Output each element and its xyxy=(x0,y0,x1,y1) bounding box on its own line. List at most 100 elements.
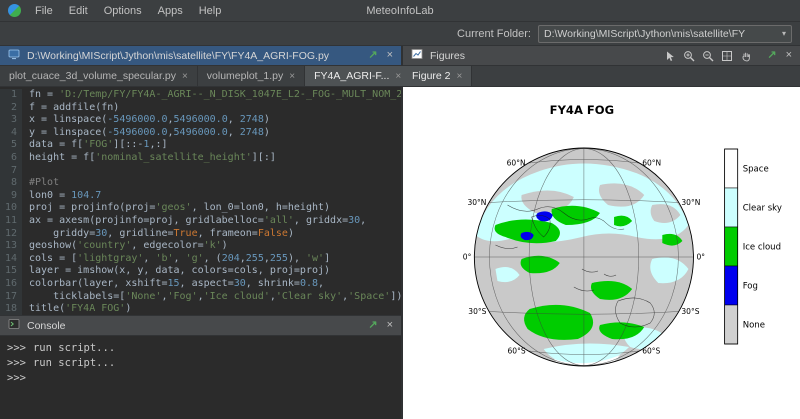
figure-canvas[interactable]: FY4A FOG xyxy=(403,87,800,419)
code-line: 10proj = projinfo(proj='geos', lon_0=lon… xyxy=(0,202,401,215)
code-line: 2f = addfile(fn) xyxy=(0,102,401,115)
figures-panel-titlebar[interactable]: Figures xyxy=(403,46,800,66)
code-line: 13geoshow('country', edgecolor='k') xyxy=(0,240,401,253)
code-area[interactable]: 1fn = 'D:/Temp/FY/FY4A-_AGRI--_N_DISK_10… xyxy=(0,87,401,315)
code-text: cols = ['lightgray', 'b', 'g', (204,255,… xyxy=(22,253,330,266)
line-number: 8 xyxy=(0,177,22,190)
menu-item-edit[interactable]: Edit xyxy=(61,3,96,19)
code-line: 8#Plot xyxy=(0,177,401,190)
zoom-in-icon[interactable] xyxy=(683,50,695,62)
console-prompt: >>> xyxy=(7,342,26,354)
full-extent-icon[interactable] xyxy=(721,50,733,62)
code-line: 16colorbar(layer, xshift=15, aspect=30, … xyxy=(0,278,401,291)
code-text: colorbar(layer, xshift=15, aspect=30, sh… xyxy=(22,278,324,291)
select-arrow-icon[interactable] xyxy=(664,50,676,62)
combo-dropdown-arrow-icon[interactable]: ▾ xyxy=(782,29,786,38)
menu-item-file[interactable]: File xyxy=(27,3,61,19)
code-text xyxy=(22,165,29,178)
code-line: 15layer = imshow(x, y, data, colors=cols… xyxy=(0,265,401,278)
colorbar-label: None xyxy=(743,321,765,331)
editor-panel-titlebar[interactable]: D:\Working\MIScript\Jython\mis\satellite… xyxy=(0,46,401,66)
code-line: 12 griddy=30, gridline=True, frameon=Fal… xyxy=(0,228,401,241)
editor-tab[interactable]: plot_cuace_3d_volume_specular.py× xyxy=(0,66,198,86)
editor-close-icon[interactable]: × xyxy=(385,50,395,61)
code-line: 9lon0 = 104.7 xyxy=(0,190,401,203)
console-title: Console xyxy=(27,320,66,332)
console-close-icon[interactable]: × xyxy=(385,320,395,331)
code-text: griddy=30, gridline=True, frameon=False) xyxy=(22,228,294,241)
folder-bar: Current Folder: D:\Working\MIScript\Jyth… xyxy=(0,22,800,46)
line-number: 1 xyxy=(0,89,22,102)
tab-close-icon[interactable]: × xyxy=(289,71,295,82)
code-text: #Plot xyxy=(22,177,59,190)
code-text: ax = axesm(projinfo=proj, gridlabelloc='… xyxy=(22,215,366,228)
menu-item-apps[interactable]: Apps xyxy=(150,3,191,19)
editor-tab[interactable]: volumeplot_1.py× xyxy=(198,66,305,86)
line-number: 17 xyxy=(0,291,22,304)
colorbar-label: Space xyxy=(743,165,769,175)
lat-label: 0° xyxy=(463,253,472,262)
colorbar-label: Ice cloud xyxy=(743,243,781,253)
code-line: 4y = linspace(-5496000.0,5496000.0, 2748… xyxy=(0,127,401,140)
zoom-out-icon[interactable] xyxy=(702,50,714,62)
line-number: 14 xyxy=(0,253,22,266)
plot-title: FY4A FOG xyxy=(550,103,614,117)
lat-label: 30°S xyxy=(681,307,699,316)
console-prompt: >>> xyxy=(7,357,26,369)
line-number: 11 xyxy=(0,215,22,228)
console-line: >>> xyxy=(7,371,394,386)
console-float-icon[interactable]: ↗ xyxy=(366,320,379,331)
line-number: 2 xyxy=(0,102,22,115)
console-text: run script... xyxy=(33,357,115,369)
editor-float-icon[interactable]: ↗ xyxy=(366,50,379,61)
main-split: D:\Working\MIScript\Jython\mis\satellite… xyxy=(0,46,800,419)
code-line: 5data = f['FOG'][::-1,:] xyxy=(0,139,401,152)
line-number: 9 xyxy=(0,190,22,203)
menu-bar: MeteoInfoLab File Edit Options Apps Help xyxy=(0,0,800,22)
figures-toolbar xyxy=(664,50,752,62)
figures-title: Figures xyxy=(430,50,465,62)
console-panel-titlebar[interactable]: Console ↗ × xyxy=(0,316,401,336)
line-number: 15 xyxy=(0,265,22,278)
code-text: title('FY4A FOG') xyxy=(22,303,131,315)
code-text: geoshow('country', edgecolor='k') xyxy=(22,240,228,253)
figure-plot: FY4A FOG xyxy=(403,87,800,419)
editor-tab-bar: plot_cuace_3d_volume_specular.py×volumep… xyxy=(0,66,401,87)
menu-item-options[interactable]: Options xyxy=(96,3,150,19)
current-folder-value: D:\Working\MIScript\Jython\mis\satellite… xyxy=(544,28,745,40)
editor-tab[interactable]: FY4A_AGRI-F...× xyxy=(305,66,411,86)
line-number: 13 xyxy=(0,240,22,253)
lat-label: 60°S xyxy=(642,347,660,356)
console-line: >>> run script... xyxy=(7,356,394,371)
code-line: 11ax = axesm(projinfo=proj, gridlabelloc… xyxy=(0,215,401,228)
code-text: proj = projinfo(proj='geos', lon_0=lon0,… xyxy=(22,202,330,215)
figure-tab[interactable]: Figure 2 × xyxy=(403,66,472,86)
line-number: 10 xyxy=(0,202,22,215)
current-folder-combobox[interactable]: D:\Working\MIScript\Jython\mis\satellite… xyxy=(538,25,792,43)
menu-item-help[interactable]: Help xyxy=(191,3,230,19)
lat-label: 60°N xyxy=(642,159,661,168)
figure-tab-label: Figure 2 xyxy=(412,70,451,82)
figures-column: Figures xyxy=(403,46,800,419)
code-text: height = f['nominal_satellite_height'][:… xyxy=(22,152,276,165)
tab-close-icon[interactable]: × xyxy=(395,71,401,82)
lat-label: 30°S xyxy=(468,307,486,316)
tab-close-icon[interactable]: × xyxy=(182,71,188,82)
code-line: 17 ticklabels=['None','Fog','Ice cloud',… xyxy=(0,291,401,304)
pan-hand-icon[interactable] xyxy=(740,50,752,62)
figures-icon xyxy=(409,48,425,63)
console-text: run script... xyxy=(33,342,115,354)
editor-file-path: D:\Working\MIScript\Jython\mis\satellite… xyxy=(27,50,329,62)
console-body[interactable]: >>> run script... >>> run script... >>> xyxy=(0,336,401,419)
tab-close-icon[interactable]: × xyxy=(457,71,463,82)
colorbar-label: Fog xyxy=(743,282,758,292)
line-number: 16 xyxy=(0,278,22,291)
lat-label: 30°N xyxy=(467,198,486,207)
figures-float-icon[interactable]: ↗ xyxy=(765,50,778,61)
code-text: layer = imshow(x, y, data, colors=cols, … xyxy=(22,265,330,278)
console-panel: Console ↗ × >>> run script... >>> run scrip… xyxy=(0,315,401,419)
figures-close-icon[interactable]: × xyxy=(784,50,794,61)
code-line: 14cols = ['lightgray', 'b', 'g', (204,25… xyxy=(0,253,401,266)
colorbar: Space Clear sky Ice cloud Fog None xyxy=(725,149,782,344)
lat-label: 60°N xyxy=(507,159,526,168)
